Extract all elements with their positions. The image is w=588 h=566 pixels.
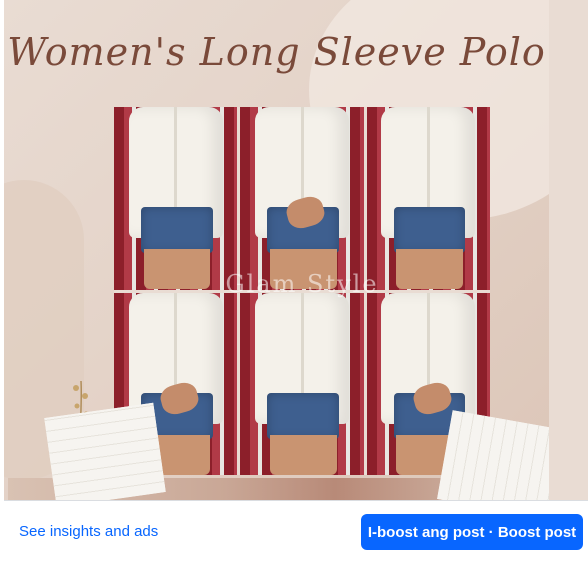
collage-photo — [366, 107, 490, 290]
collage-photo — [240, 107, 364, 290]
paper-decoration — [44, 402, 166, 500]
post-title: Women's Long Sleeve Polo — [7, 30, 546, 74]
collage-photo — [240, 292, 364, 475]
see-insights-link[interactable]: See insights and ads — [19, 523, 158, 540]
image-watermark: Glam Style — [225, 270, 379, 298]
boost-post-button[interactable]: I-boost ang post · Boost post — [361, 514, 583, 550]
paper-decoration — [437, 410, 549, 500]
post-action-bar: See insights and ads I-boost ang post · … — [4, 500, 588, 566]
post-card: Women's Long Sleeve Polo Glam Style See … — [0, 0, 588, 566]
collage-photo — [114, 107, 238, 290]
post-image[interactable]: Women's Long Sleeve Polo Glam Style — [4, 0, 549, 500]
image-right-edge — [549, 0, 588, 500]
